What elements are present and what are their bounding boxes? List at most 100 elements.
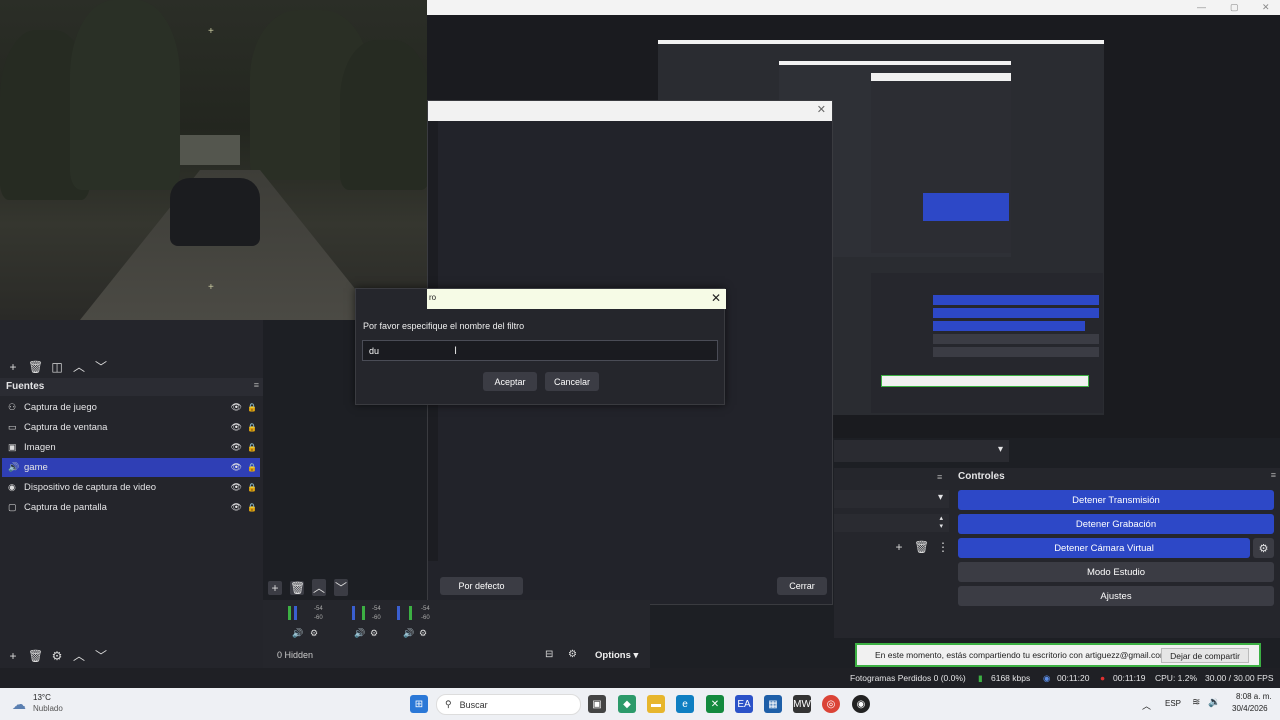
chevron-down-icon[interactable]: ﹀ <box>94 647 108 664</box>
store-icon[interactable]: ▦ <box>764 695 782 713</box>
gear-icon[interactable]: ⚙ <box>370 628 378 639</box>
close-icon[interactable]: ✕ <box>817 103 826 116</box>
gear-icon[interactable]: ⚙ <box>1253 538 1274 558</box>
chevron-down-icon[interactable]: ﹀ <box>334 579 348 596</box>
more-icon[interactable]: ⋮ <box>936 540 950 554</box>
panel-menu-icon[interactable]: ≡ <box>1271 470 1276 480</box>
speaker-icon[interactable]: 🔊 <box>292 628 303 639</box>
eye-icon[interactable]: 👁 <box>231 402 242 413</box>
lock-icon[interactable]: 🔒 <box>247 503 257 512</box>
record-icon: ● <box>1100 673 1106 683</box>
eye-icon[interactable]: 👁 <box>231 502 242 513</box>
source-item[interactable]: ▢ Captura de pantalla 👁 🔒 <box>2 498 260 517</box>
chevron-down-icon[interactable]: ﹀ <box>94 358 108 375</box>
eye-icon[interactable]: 👁 <box>231 482 242 493</box>
xbox-icon[interactable]: ✕ <box>706 695 724 713</box>
source-item-selected[interactable]: 🔊 game 👁 🔒 <box>2 458 260 477</box>
weather-desc: Nublado <box>33 704 63 713</box>
settings-button[interactable]: Ajustes <box>958 586 1274 606</box>
clock-date[interactable]: 30/4/2026 <box>1232 704 1268 713</box>
volume-icon[interactable]: 🔉 <box>1208 697 1220 708</box>
cancel-button[interactable]: Cancelar <box>545 372 599 391</box>
filters-toolbar: + 🗑 ︿ ﹀ <box>268 579 348 596</box>
windows-taskbar: ☁ 13°C Nublado ⊞ ⚲ Buscar ▣ ◆ ▬ e ✕ EA ▦… <box>0 688 1280 720</box>
chevron-down-icon: ▾ <box>937 492 943 503</box>
chevron-up-icon[interactable]: ︿ <box>72 647 86 664</box>
edge-icon[interactable]: e <box>676 695 694 713</box>
taskbar-search[interactable]: ⚲ Buscar <box>436 694 581 715</box>
speaker-icon[interactable]: 🔊 <box>403 628 414 639</box>
game-capture-preview: + + <box>0 0 427 320</box>
source-item[interactable]: ◉ Dispositivo de captura de video 👁 🔒 <box>2 478 260 497</box>
transitions-panel: ▾ ▾ ▴ ▾ + 🗑 ⋮ ≡ <box>834 440 1009 638</box>
stop-recording-button[interactable]: Detener Grabación <box>958 514 1274 534</box>
widgets-icon[interactable]: ◆ <box>618 695 636 713</box>
defaults-button[interactable]: Por defecto <box>440 577 523 595</box>
add-icon[interactable]: + <box>6 360 20 374</box>
source-item[interactable]: ⚇ Captura de juego 👁 🔒 <box>2 398 260 417</box>
duration-stepper[interactable]: ▴ ▾ <box>834 514 949 532</box>
options-menu[interactable]: Options ▾ <box>595 650 638 661</box>
minimize-icon[interactable]: — <box>1197 2 1206 12</box>
chevron-up-icon[interactable]: ︿ <box>312 579 326 596</box>
close-icon[interactable]: ✕ <box>711 291 721 305</box>
ea-app-icon[interactable]: EA <box>735 695 753 713</box>
source-label: Captura de juego <box>24 402 97 413</box>
eye-icon[interactable]: 👁 <box>231 422 242 433</box>
add-icon[interactable]: + <box>892 540 906 554</box>
trash-icon[interactable]: 🗑 <box>290 580 305 595</box>
windows-start-icon[interactable]: ⊞ <box>410 695 428 713</box>
eye-icon[interactable]: 👁 <box>231 462 242 473</box>
clock-time[interactable]: 8:08 a. m. <box>1236 692 1272 701</box>
gear-icon[interactable]: ⚙ <box>419 628 427 639</box>
obs-icon[interactable]: ◉ <box>852 695 870 713</box>
crosshair-icon: + <box>208 282 214 293</box>
file-explorer-icon[interactable]: ▬ <box>647 695 665 713</box>
lock-icon[interactable]: 🔒 <box>247 483 257 492</box>
source-item[interactable]: ▭ Captura de ventana 👁 🔒 <box>2 418 260 437</box>
studio-mode-button[interactable]: Modo Estudio <box>958 562 1274 582</box>
filters-window-titlebar <box>428 101 832 121</box>
language-indicator[interactable]: ESP <box>1165 699 1181 708</box>
wifi-icon[interactable]: ≋ <box>1192 697 1200 708</box>
chrome-icon[interactable]: ◎ <box>822 695 840 713</box>
trash-icon[interactable]: 🗑 <box>28 360 43 374</box>
task-view-icon[interactable]: ▣ <box>588 695 606 713</box>
layout-icon[interactable]: ⊟ <box>545 649 553 660</box>
gear-icon[interactable]: ⚙ <box>50 649 64 663</box>
panel-menu-icon[interactable]: ≡ <box>937 472 942 482</box>
chevron-up-icon[interactable]: ︿ <box>72 358 86 375</box>
eye-icon[interactable]: 👁 <box>231 442 242 453</box>
stop-virtual-camera-button[interactable]: Detener Cámara Virtual <box>958 538 1250 558</box>
panel-menu-icon[interactable]: ≡ <box>254 380 259 390</box>
source-label: Dispositivo de captura de video <box>24 482 157 493</box>
transition-select[interactable]: ▾ <box>834 440 1009 462</box>
lock-icon[interactable]: 🔒 <box>247 423 257 432</box>
lock-icon[interactable]: 🔒 <box>247 403 257 412</box>
add-icon[interactable]: + <box>268 580 282 595</box>
stop-stream-button[interactable]: Detener Transmisión <box>958 490 1274 510</box>
lock-icon[interactable]: 🔒 <box>247 463 257 472</box>
sources-header: Fuentes ≡ <box>0 378 263 396</box>
stop-sharing-button[interactable]: Dejar de compartir <box>1161 648 1249 663</box>
transition-dropdown[interactable]: ▾ <box>834 490 949 508</box>
player-car-shape <box>170 178 260 246</box>
filter-icon[interactable]: ◫ <box>50 360 64 374</box>
gear-icon[interactable]: ⚙ <box>310 628 318 639</box>
lock-icon[interactable]: 🔒 <box>247 443 257 452</box>
trash-icon[interactable]: 🗑 <box>28 649 43 663</box>
tray-chevron-icon[interactable]: ︿ <box>1142 699 1151 712</box>
maximize-icon[interactable]: ▢ <box>1230 2 1239 13</box>
accept-button[interactable]: Aceptar <box>483 372 537 391</box>
game-icon[interactable]: MW <box>793 695 811 713</box>
dialog-titlebar: ro ✕ <box>427 289 726 309</box>
mixer-settings-icon[interactable]: ⚙ <box>568 649 577 660</box>
source-item[interactable]: ▣ Imagen 👁 🔒 <box>2 438 260 457</box>
speaker-icon[interactable]: 🔊 <box>354 628 365 639</box>
filter-name-input[interactable] <box>362 340 718 361</box>
trash-icon[interactable]: 🗑 <box>914 540 929 554</box>
search-icon: ⚲ <box>445 699 452 709</box>
close-icon[interactable]: ✕ <box>1262 2 1270 13</box>
add-icon[interactable]: + <box>6 649 20 663</box>
close-filters-button[interactable]: Cerrar <box>777 577 827 595</box>
